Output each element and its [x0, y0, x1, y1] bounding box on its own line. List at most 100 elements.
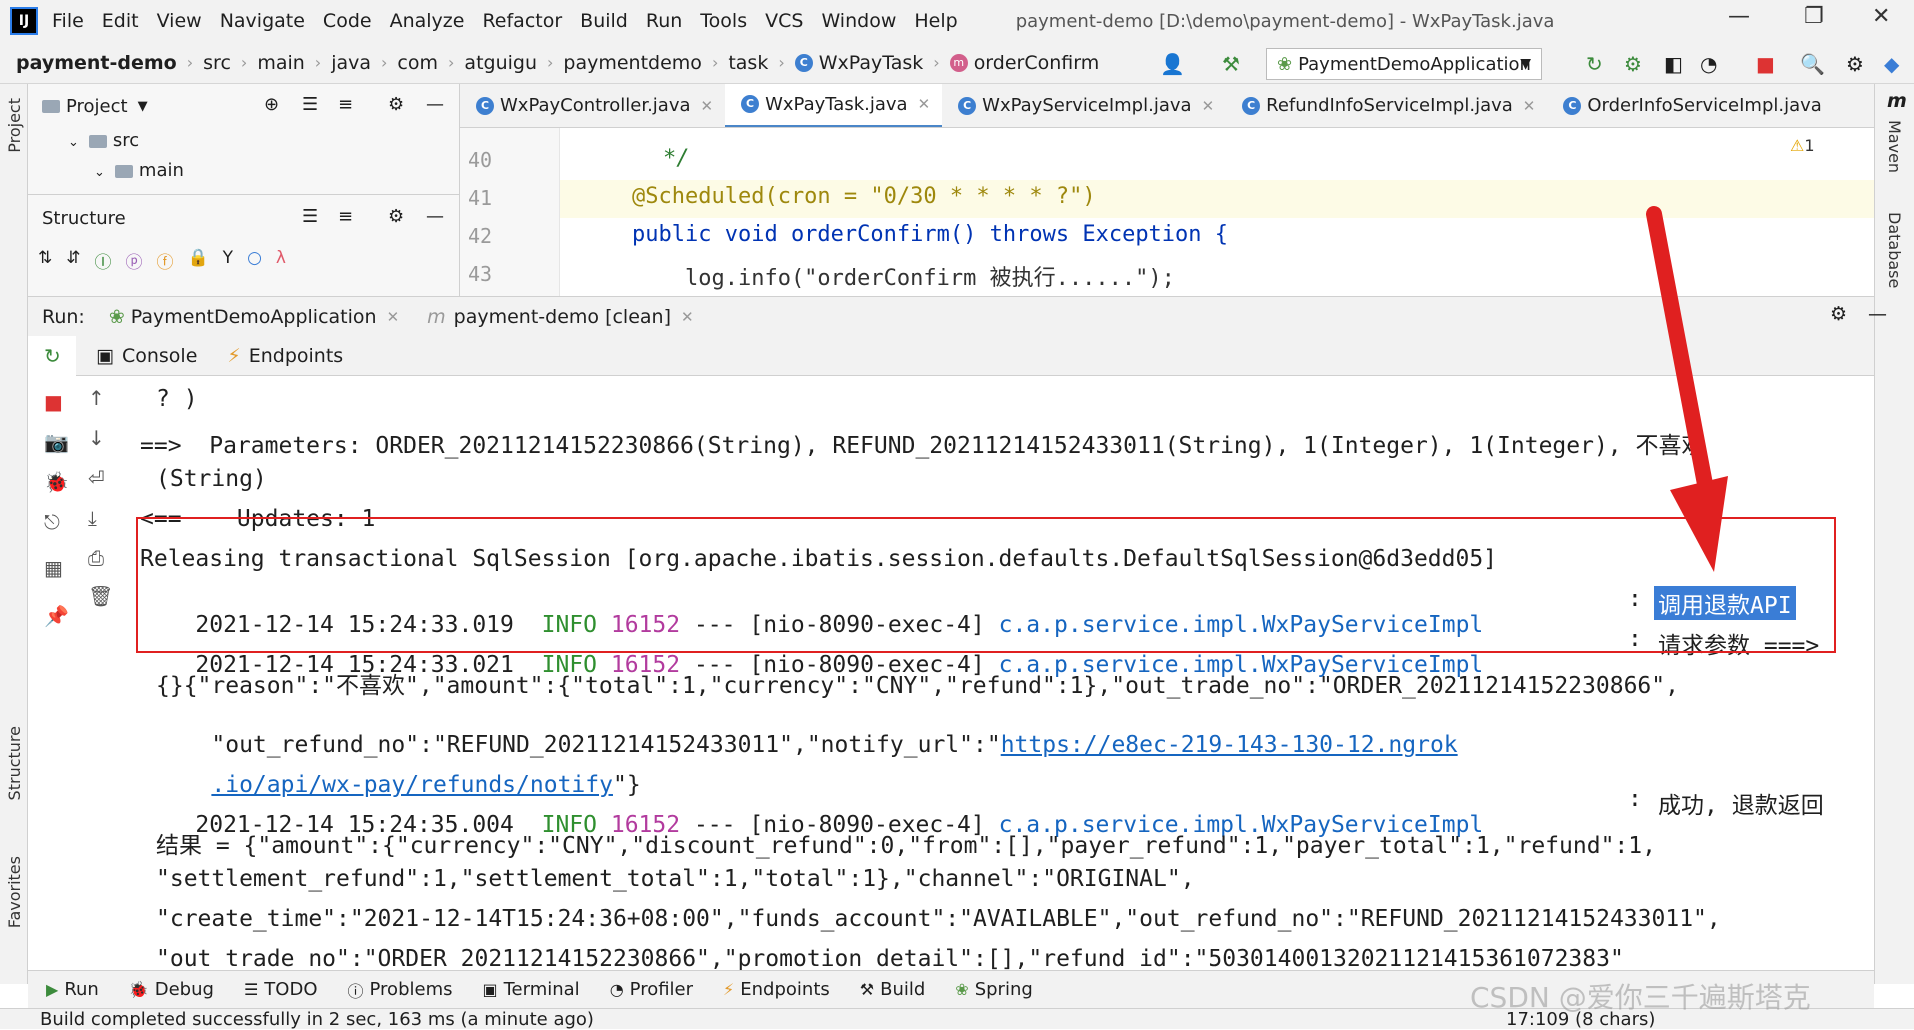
favorites-tool-label[interactable]: Favorites	[5, 856, 24, 928]
layout-icon[interactable]: ▦	[44, 556, 63, 580]
chevron-down-icon[interactable]: ▼	[138, 99, 148, 114]
tool-tab-debug[interactable]: 🐞 Debug	[129, 979, 214, 1000]
build-hammer-icon[interactable]: ⚒	[1222, 52, 1240, 76]
tab-refundinfoserviceimpl[interactable]: C RefundInfoServiceImpl.java ✕	[1226, 84, 1547, 127]
menu-navigate[interactable]: Navigate	[220, 10, 305, 32]
menu-help[interactable]: Help	[914, 10, 957, 32]
print-icon[interactable]: ⎙	[88, 546, 104, 570]
breadcrumb-main[interactable]: main	[257, 52, 304, 74]
sort-visibility-icon[interactable]: ⇵	[66, 248, 80, 273]
maven-tool-label[interactable]: Maven	[1885, 120, 1904, 173]
warning-indicator[interactable]: ⚠1	[1790, 136, 1815, 155]
tool-tab-problems[interactable]: ⓘ Problems	[348, 978, 453, 1002]
down-arrow-icon[interactable]: ↓	[88, 426, 105, 450]
close-icon[interactable]: ✕	[1872, 4, 1890, 29]
close-icon[interactable]: ✕	[1523, 97, 1536, 115]
rerun-icon[interactable]: ↻	[1586, 52, 1603, 76]
lambda-icon[interactable]: λ	[276, 248, 286, 273]
breadcrumb-class[interactable]: WxPayTask	[819, 52, 924, 74]
tree-item-src[interactable]: ⌄ src	[68, 130, 139, 151]
up-arrow-icon[interactable]: ↑	[88, 386, 105, 410]
tab-wxpaytask[interactable]: C WxPayTask.java ✕	[725, 84, 943, 127]
tab-wxpaycontroller[interactable]: C WxPayController.java ✕	[460, 84, 725, 127]
run-tab-paymentdemoapplication[interactable]: PaymentDemoApplication	[131, 306, 377, 328]
tool-tab-build[interactable]: ⚒ Build	[860, 979, 926, 1000]
menu-file[interactable]: File	[52, 10, 84, 32]
show-properties-icon[interactable]: ⓟ	[126, 248, 143, 273]
menu-analyze[interactable]: Analyze	[390, 10, 465, 32]
locate-icon[interactable]: ⊕	[264, 94, 279, 115]
pin-icon[interactable]: 📌	[44, 604, 69, 628]
tool-tab-terminal[interactable]: ▣ Terminal	[482, 979, 579, 1000]
tool-tab-todo[interactable]: ☰ TODO	[244, 979, 318, 1000]
close-icon[interactable]: ✕	[918, 95, 931, 113]
menu-run[interactable]: Run	[646, 10, 682, 32]
sort-alpha-icon[interactable]: ⇅	[38, 248, 52, 273]
breadcrumb-method[interactable]: orderConfirm	[974, 52, 1100, 74]
breadcrumb-task[interactable]: task	[728, 52, 768, 74]
menu-refactor[interactable]: Refactor	[482, 10, 562, 32]
hide-icon[interactable]: —	[426, 206, 444, 227]
close-icon[interactable]: ✕	[1202, 97, 1215, 115]
tool-tab-spring[interactable]: ❀ Spring	[955, 979, 1033, 1000]
hide-icon[interactable]: —	[426, 94, 444, 115]
tree-item-main[interactable]: ⌄ main	[94, 160, 184, 181]
tab-orderinfoserviceimpl[interactable]: C OrderInfoServiceImpl.java	[1547, 84, 1833, 127]
breadcrumb-src[interactable]: src	[203, 52, 231, 74]
menu-edit[interactable]: Edit	[102, 10, 139, 32]
trash-icon[interactable]: 🗑	[88, 584, 113, 608]
run-tab-clean[interactable]: payment-demo [clean]	[454, 306, 671, 328]
expand-all-icon[interactable]: ☰	[302, 94, 318, 115]
show-fields-icon[interactable]: ⓕ	[157, 248, 174, 273]
database-tool-label[interactable]: Database	[1885, 212, 1904, 288]
menu-vcs[interactable]: VCS	[765, 10, 803, 32]
tool-tab-profiler[interactable]: ◔ Profiler	[610, 979, 693, 1000]
stop-icon[interactable]: ■	[44, 390, 63, 414]
run-configuration-select[interactable]: ❀ PaymentDemoApplication ▼	[1266, 48, 1542, 80]
tab-console[interactable]: Console	[122, 345, 197, 367]
collapse-all-icon[interactable]: ≡	[338, 206, 353, 227]
tool-tab-run[interactable]: ▶ Run	[46, 979, 99, 1000]
rerun-icon[interactable]: ↻	[44, 344, 61, 368]
exit-icon[interactable]: ⎋	[44, 510, 60, 534]
tab-endpoints[interactable]: Endpoints	[249, 345, 343, 367]
inherited-icon[interactable]: Ⓘ	[95, 248, 112, 273]
project-panel-title[interactable]: Project	[66, 96, 128, 117]
breadcrumb-atguigu[interactable]: atguigu	[464, 52, 537, 74]
breadcrumb-java[interactable]: java	[331, 52, 371, 74]
show-lambdas-icon[interactable]: Y	[223, 248, 233, 273]
gear-icon[interactable]: ⚙	[1830, 303, 1847, 325]
camera-icon[interactable]: 📷	[44, 430, 69, 454]
menu-window[interactable]: Window	[821, 10, 896, 32]
close-icon[interactable]: ✕	[387, 308, 400, 326]
plugin-icon[interactable]: ◆	[1884, 52, 1899, 76]
expand-all-icon[interactable]: ☰	[302, 206, 318, 227]
gear-icon[interactable]: ⚙	[388, 94, 404, 115]
user-icon[interactable]: 👤	[1160, 52, 1185, 76]
gear-icon[interactable]: ⚙	[388, 206, 404, 227]
structure-tool-label[interactable]: Structure	[5, 726, 24, 800]
close-icon[interactable]: ✕	[701, 97, 714, 115]
menu-view[interactable]: View	[157, 10, 202, 32]
breadcrumb-paymentdemo[interactable]: paymentdemo	[563, 52, 702, 74]
breadcrumb-project[interactable]: payment-demo	[16, 52, 177, 74]
profile-icon[interactable]: ◔	[1700, 52, 1717, 76]
show-non-public-icon[interactable]: 🔒	[188, 248, 209, 273]
tool-tab-endpoints[interactable]: ⚡ Endpoints	[723, 979, 830, 1000]
restore-icon[interactable]: ❐	[1804, 4, 1824, 29]
hide-icon[interactable]: —	[1868, 303, 1887, 325]
anonymous-classes-icon[interactable]: ○	[247, 248, 262, 273]
tab-wxpayserviceimpl[interactable]: C WxPayServiceImpl.java ✕	[942, 84, 1226, 127]
project-tool-label[interactable]: Project	[5, 98, 24, 153]
stop-icon[interactable]: ■	[1756, 52, 1775, 76]
console-output[interactable]: ? ) ==> Parameters: ORDER_20211214152230…	[118, 376, 1874, 970]
debug-bug-icon[interactable]: 🐞	[44, 470, 69, 494]
soft-wrap-icon[interactable]: ⏎	[88, 466, 105, 490]
menu-tools[interactable]: Tools	[700, 10, 747, 32]
coverage-icon[interactable]: ◧	[1664, 52, 1683, 76]
collapse-all-icon[interactable]: ≡	[338, 94, 353, 115]
close-icon[interactable]: ✕	[681, 308, 694, 326]
search-icon[interactable]: 🔍	[1800, 52, 1825, 76]
scroll-to-end-icon[interactable]: ⤓	[88, 506, 97, 530]
debug-icon[interactable]: ⚙	[1624, 52, 1642, 76]
